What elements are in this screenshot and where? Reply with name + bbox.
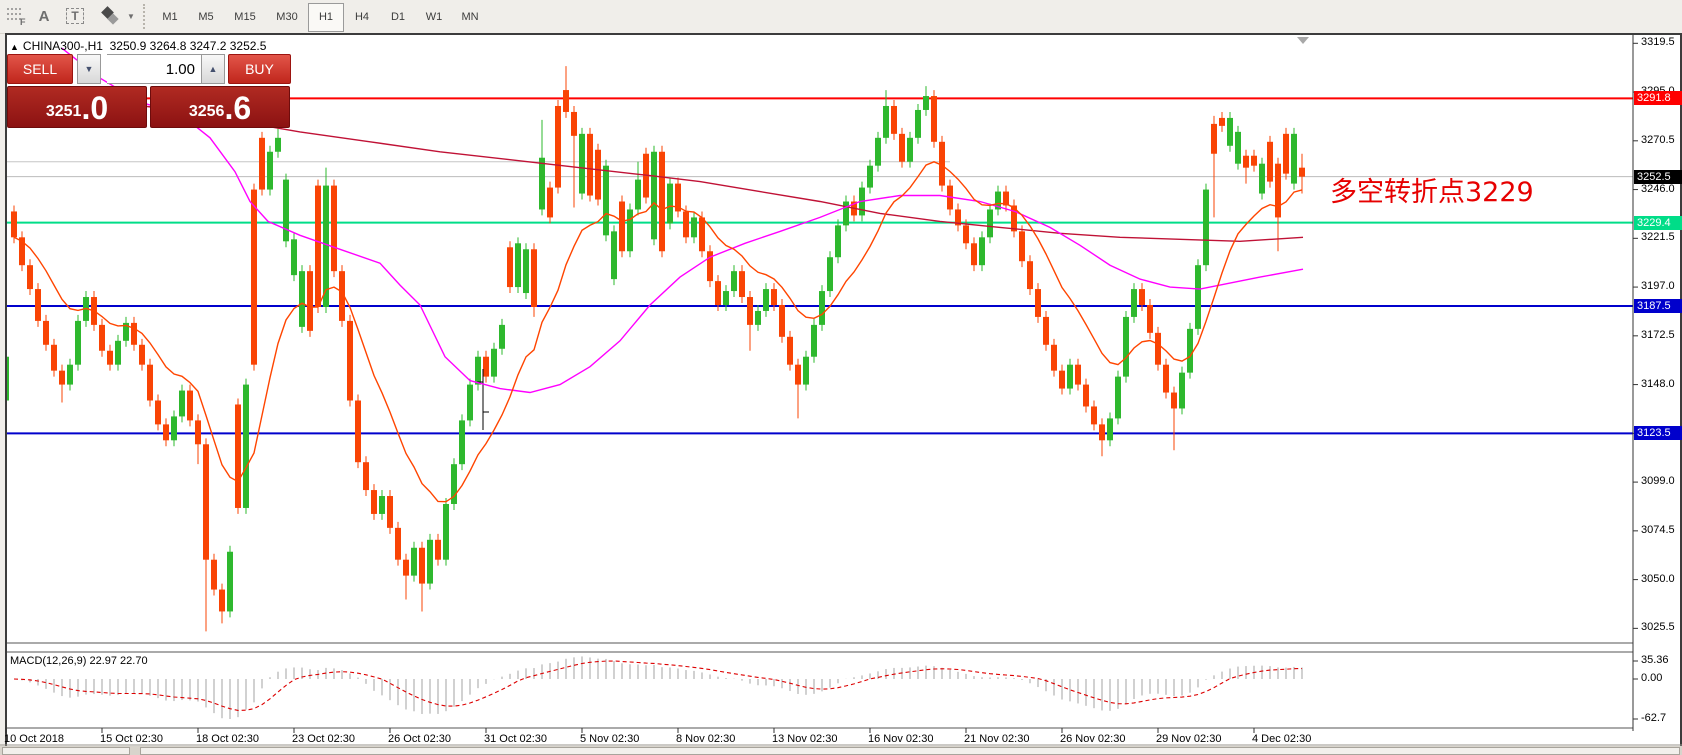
chart-annotation-text: 多空转折点3229 (1330, 170, 1534, 209)
buy-price-main: 3256 (189, 101, 225, 123)
macd-axis-tick: 35.36 (1641, 654, 1669, 666)
macd-axis-tick: -62.7 (1641, 712, 1666, 724)
collapse-arrow-icon[interactable]: ▲ (10, 42, 19, 52)
price-axis-tick: 3270.5 (1641, 134, 1675, 146)
chart-tab[interactable] (2, 747, 130, 755)
mt4-window: F A T ▼ M1M5M15M30H1H4D1W1MN ▲CHINA300-,… (0, 0, 1682, 755)
time-axis-tick[interactable]: 8 Nov 02:30 (676, 733, 735, 745)
scroll-to-end-marker-icon[interactable] (1297, 37, 1309, 44)
sell-price-pips: .0 (81, 93, 108, 123)
chart-header: ▲ CHINA300-,H1 3250.9 3264.8 3247.2 3252.… (10, 39, 266, 53)
price-axis-tick: 3148.0 (1641, 378, 1675, 390)
time-axis-tick[interactable]: 31 Oct 02:30 (484, 733, 547, 745)
price-axis-tick: 3221.5 (1641, 231, 1675, 243)
macd-indicator-label: MACD(12,26,9) 22.97 22.70 (10, 655, 148, 667)
price-axis-tick: 3246.0 (1641, 183, 1675, 195)
price-axis-tick: 3099.0 (1641, 475, 1675, 487)
time-axis-tick[interactable]: 18 Oct 02:30 (196, 733, 259, 745)
price-axis-tick: 3319.5 (1641, 36, 1675, 48)
sell-button[interactable]: SELL (7, 54, 73, 84)
sell-price-main: 3251 (46, 101, 82, 123)
price-axis-tick: 3025.5 (1641, 621, 1675, 633)
volume-increase-button[interactable]: ▲ (201, 54, 225, 84)
price-level-label: 3252.5 (1634, 170, 1682, 184)
time-axis-tick[interactable]: 5 Nov 02:30 (580, 733, 639, 745)
price-axis-tick: 3074.5 (1641, 524, 1675, 536)
one-click-trade-panel: SELL ▼ ▲ BUY 3251.0 3256.6 (7, 54, 291, 128)
price-level-label: 3291.8 (1634, 91, 1682, 105)
time-axis-tick[interactable]: 29 Nov 02:30 (1156, 733, 1221, 745)
time-axis-tick[interactable]: 13 Nov 02:30 (772, 733, 837, 745)
time-axis-tick[interactable]: 23 Oct 02:30 (292, 733, 355, 745)
price-axis-tick: 3050.0 (1641, 573, 1675, 585)
time-axis-tick[interactable]: 15 Oct 02:30 (100, 733, 163, 745)
volume-decrease-button[interactable]: ▼ (77, 54, 101, 84)
buy-button[interactable]: BUY (228, 54, 291, 84)
sell-price-display[interactable]: 3251.0 (7, 86, 147, 128)
bottom-tab-strip (0, 746, 1682, 755)
volume-input[interactable] (107, 54, 201, 84)
buy-price-pips: .6 (224, 93, 251, 123)
time-axis-tick[interactable]: 21 Nov 02:30 (964, 733, 1029, 745)
price-axis-tick: 3197.0 (1641, 280, 1675, 292)
chart-tab-area[interactable] (140, 747, 1680, 755)
buy-price-display[interactable]: 3256.6 (150, 86, 290, 128)
time-axis-tick[interactable]: 26 Nov 02:30 (1060, 733, 1125, 745)
price-level-label: 3187.5 (1634, 299, 1682, 313)
price-level-label: 3123.5 (1634, 426, 1682, 440)
price-level-label: 3229.4 (1634, 216, 1682, 230)
time-axis-tick[interactable]: 10 Oct 2018 (4, 733, 64, 745)
header-ohlc: 3250.9 3264.8 3247.2 3252.5 (110, 39, 267, 53)
symbol-title: CHINA300-,H1 (23, 39, 103, 53)
time-axis-tick[interactable]: 16 Nov 02:30 (868, 733, 933, 745)
time-axis-tick[interactable]: 26 Oct 02:30 (388, 733, 451, 745)
time-axis-tick[interactable]: 4 Dec 02:30 (1252, 733, 1311, 745)
macd-axis-tick: 0.00 (1641, 672, 1662, 684)
price-axis-tick: 3172.5 (1641, 329, 1675, 341)
